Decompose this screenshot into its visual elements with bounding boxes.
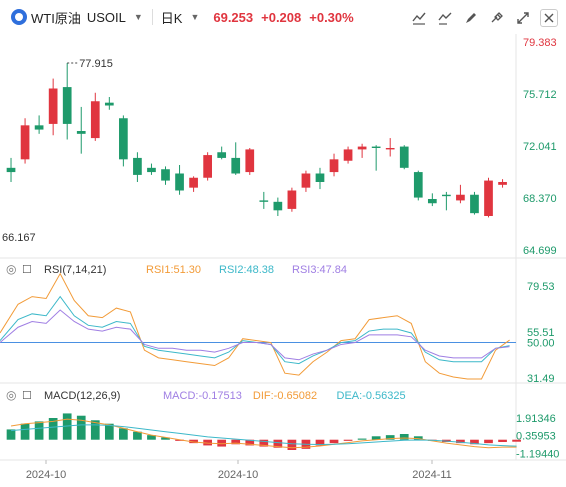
candle-body[interactable]	[119, 118, 128, 160]
settings-icon: ◎	[6, 262, 16, 276]
macd-bar	[119, 428, 128, 440]
macd-tick-label: 0.35953	[516, 431, 556, 443]
candle-body[interactable]	[48, 88, 58, 124]
candle-body[interactable]	[6, 167, 16, 173]
x-tick-label: 2024-10	[218, 469, 258, 481]
candle-body[interactable]	[34, 125, 44, 130]
rsi-legend-3: RSI3:47.84	[292, 264, 347, 276]
y-tick-label: 72.041	[523, 141, 557, 153]
candle-body[interactable]	[273, 201, 283, 211]
candle-body[interactable]	[217, 152, 227, 158]
macd-bar	[399, 434, 409, 440]
candle-body[interactable]	[357, 146, 367, 150]
indicator-toggle-icon: ☐	[22, 264, 32, 276]
rsi-title: RSI(7,14,21)	[44, 264, 106, 276]
candle-body[interactable]	[231, 157, 241, 174]
x-tick-label: 2024-11	[412, 469, 452, 481]
candle-body[interactable]	[442, 194, 451, 197]
candle-body[interactable]	[259, 200, 269, 202]
candle-body[interactable]	[147, 167, 156, 173]
rsi-tick-label: 31.49	[527, 373, 555, 385]
candle-body[interactable]	[90, 101, 100, 139]
y-tick-label: 68.370	[523, 193, 557, 205]
macd-bar	[329, 439, 339, 444]
y-tick-label: 64.699	[523, 245, 557, 257]
candle-body[interactable]	[498, 181, 507, 185]
rsi-line-rsi1	[0, 272, 510, 380]
candle-body[interactable]	[245, 149, 255, 173]
candle-body[interactable]	[456, 194, 465, 201]
candle-body[interactable]	[470, 194, 479, 214]
candle-body[interactable]	[203, 155, 212, 178]
rsi-tick-label: 50.00	[527, 338, 555, 350]
candle-body[interactable]	[371, 146, 381, 148]
macd-legend-1: MACD:-0.17513	[163, 390, 242, 402]
macd-bar	[20, 423, 30, 440]
macd-bar	[287, 439, 297, 450]
chart-canvas[interactable]: 79.383 75.712 72.041 68.370 64.699 77.915 66.1…	[0, 0, 566, 487]
x-tick-label: 2024-10	[26, 469, 66, 481]
settings-icon: ◎	[6, 388, 16, 402]
high-price-label: 77.915	[79, 58, 113, 70]
candle-body[interactable]	[287, 190, 297, 209]
candle-body[interactable]	[385, 147, 395, 150]
indicator-toggle-icon: ☐	[22, 390, 32, 402]
candle-body[interactable]	[399, 146, 409, 168]
macd-bar	[512, 439, 521, 442]
candle-body[interactable]	[133, 157, 142, 175]
rsi-legend-2: RSI2:48.38	[219, 264, 274, 276]
rsi-tick-label: 79.53	[527, 281, 555, 293]
macd-legend-2: DIF:-0.65082	[253, 390, 317, 402]
candle-body[interactable]	[413, 172, 423, 198]
candle-body[interactable]	[301, 173, 311, 188]
candle-body[interactable]	[315, 173, 325, 182]
macd-bar	[6, 429, 16, 440]
candle-body[interactable]	[20, 125, 30, 160]
macd-title: MACD(12,26,9)	[44, 390, 120, 402]
candle-body[interactable]	[189, 177, 198, 188]
candle-body[interactable]	[175, 173, 184, 191]
candle-body[interactable]	[484, 180, 493, 216]
macd-legend-3: DEA:-0.56325	[337, 390, 406, 402]
macd-tick-label: 1.91346	[516, 413, 556, 425]
macd-bar	[484, 439, 493, 444]
candle-body[interactable]	[104, 102, 114, 106]
candle-body[interactable]	[329, 159, 339, 173]
candle-body[interactable]	[427, 198, 437, 204]
candle-body[interactable]	[62, 87, 72, 124]
macd-tick-label: -1.19440	[516, 448, 559, 460]
candle-body[interactable]	[343, 149, 353, 161]
y-tick-label: 75.712	[523, 89, 557, 101]
macd-bar	[343, 439, 353, 441]
macd-bar	[498, 439, 507, 442]
macd-bar	[34, 421, 44, 440]
low-price-label: 66.167	[2, 232, 36, 244]
macd-bar	[357, 438, 367, 440]
y-tick-label: 79.383	[523, 37, 557, 49]
rsi-legend-1: RSI1:51.30	[146, 264, 201, 276]
candle-body[interactable]	[76, 130, 86, 134]
macd-bar	[76, 415, 86, 440]
candle-body[interactable]	[161, 169, 170, 181]
